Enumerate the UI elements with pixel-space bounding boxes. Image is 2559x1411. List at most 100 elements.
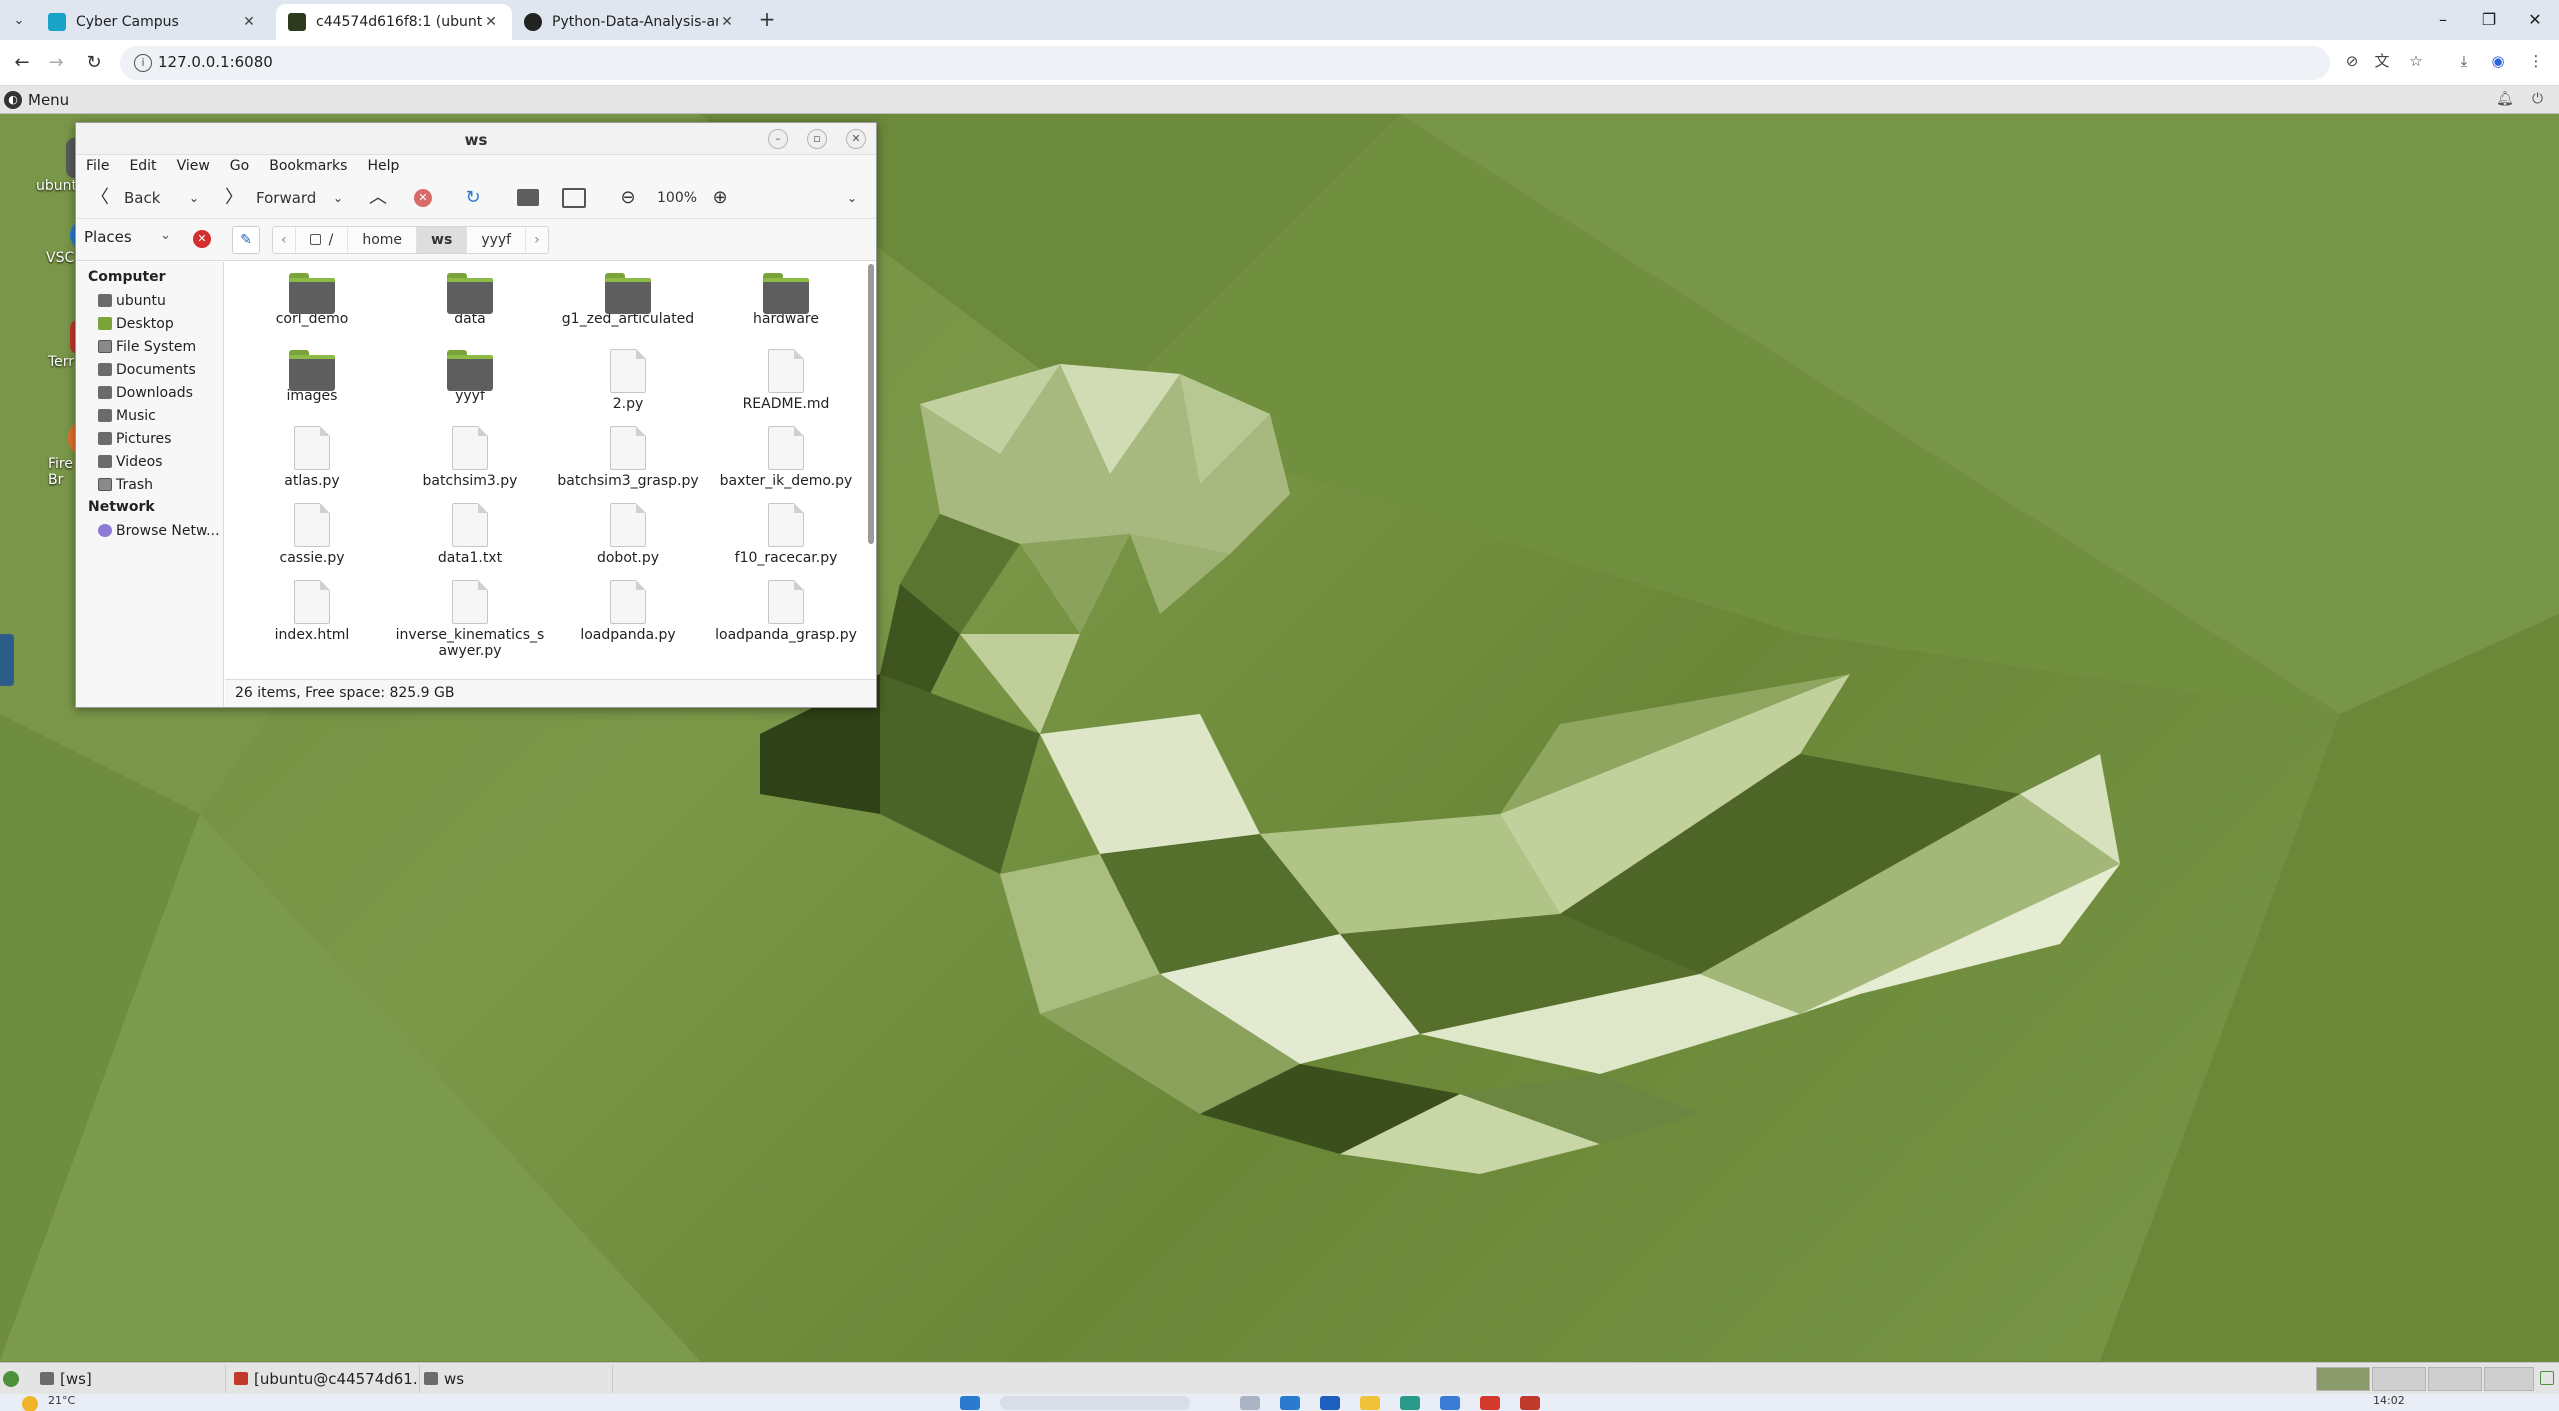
stop-icon[interactable]: ✕ bbox=[414, 189, 432, 207]
folder-item[interactable]: hardware bbox=[707, 272, 865, 349]
breadcrumb-root[interactable]: / bbox=[296, 227, 349, 253]
minimize-icon[interactable]: – bbox=[768, 129, 788, 149]
sidebar-item-desktop[interactable]: Desktop bbox=[76, 312, 223, 335]
panel-window-terminal[interactable]: [ubuntu@c44574d61... bbox=[230, 1365, 420, 1393]
browser-tab-github[interactable]: Python-Data-Analysis-and-In ✕ bbox=[512, 4, 748, 40]
back-chevron-icon[interactable]: 〈 bbox=[88, 186, 112, 210]
minimize-window-icon[interactable]: – bbox=[2420, 6, 2466, 34]
reload-icon[interactable]: ↻ bbox=[461, 186, 485, 210]
panel-window-ws-bracketed[interactable]: [ws] bbox=[36, 1365, 226, 1393]
back-button[interactable]: Back bbox=[124, 187, 160, 209]
menu-bookmarks[interactable]: Bookmarks bbox=[269, 155, 347, 177]
workspace-3[interactable] bbox=[2428, 1367, 2482, 1391]
camera-blocked-icon[interactable]: ⊘ bbox=[2340, 49, 2364, 73]
file-item[interactable]: loadpanda.py bbox=[549, 580, 707, 657]
window-titlebar[interactable]: ws – ▫ ✕ bbox=[76, 123, 876, 155]
back-arrow-icon[interactable]: ← bbox=[8, 49, 36, 77]
forward-history-chevron-down-icon[interactable]: ⌄ bbox=[326, 186, 350, 210]
address-bar[interactable]: i 127.0.0.1:6080 bbox=[120, 46, 2330, 80]
menu-start-icon[interactable] bbox=[3, 1371, 19, 1387]
file-item[interactable]: 2.py bbox=[549, 349, 707, 426]
new-tab-button[interactable]: + bbox=[755, 8, 779, 32]
restore-window-icon[interactable]: ❐ bbox=[2466, 6, 2512, 34]
taskbar-app-icon[interactable] bbox=[1400, 1396, 1420, 1410]
sidebar-item-file-system[interactable]: File System bbox=[76, 335, 223, 358]
forward-button[interactable]: Forward bbox=[256, 187, 316, 209]
toolbar-overflow-chevron-icon[interactable]: ⌄ bbox=[840, 186, 864, 210]
workspace-2[interactable] bbox=[2372, 1367, 2426, 1391]
menu-logo-icon[interactable]: ◐ bbox=[4, 91, 22, 109]
file-item[interactable]: f10_racecar.py bbox=[707, 503, 865, 580]
file-item[interactable]: README.md bbox=[707, 349, 865, 426]
file-item[interactable]: batchsim3.py bbox=[391, 426, 549, 503]
file-item[interactable]: cassie.py bbox=[233, 503, 391, 580]
workspace-1[interactable] bbox=[2316, 1367, 2370, 1391]
power-icon[interactable]: ⏻ bbox=[2532, 91, 2543, 107]
file-item[interactable]: loadpanda_grasp.py bbox=[707, 580, 865, 657]
notification-bell-icon[interactable]: 🔔︎ bbox=[2496, 91, 2514, 107]
breadcrumb-ws[interactable]: ws bbox=[417, 227, 468, 253]
profile-icon[interactable]: ◉ bbox=[2486, 49, 2510, 73]
forward-arrow-icon[interactable]: → bbox=[42, 49, 70, 77]
up-parent-icon[interactable]: ︿ bbox=[366, 186, 390, 210]
breadcrumb-home[interactable]: home bbox=[348, 227, 418, 253]
menu-button[interactable]: Menu bbox=[28, 91, 69, 109]
taskbar-app-icon[interactable] bbox=[1480, 1396, 1500, 1410]
folder-item[interactable]: corl_demo bbox=[233, 272, 391, 349]
menu-edit[interactable]: Edit bbox=[129, 155, 156, 177]
taskbar-app-icon[interactable] bbox=[1520, 1396, 1540, 1410]
translate-icon[interactable]: 文 bbox=[2370, 49, 2394, 73]
workspace-4[interactable] bbox=[2484, 1367, 2534, 1391]
sidebar-item-music[interactable]: Music bbox=[76, 404, 223, 427]
file-item[interactable]: data1.txt bbox=[391, 503, 549, 580]
sidebar-item-downloads[interactable]: Downloads bbox=[76, 381, 223, 404]
zoom-in-icon[interactable]: ⊕ bbox=[708, 186, 732, 210]
reload-icon[interactable]: ↻ bbox=[80, 49, 108, 77]
download-icon[interactable]: ⤓ bbox=[2452, 49, 2476, 73]
file-item[interactable]: baxter_ik_demo.py bbox=[707, 426, 865, 503]
breadcrumb-left-arrow-icon[interactable]: ‹ bbox=[273, 227, 296, 253]
close-side-pane-icon[interactable]: ✕ bbox=[193, 230, 211, 248]
file-item[interactable]: index.html bbox=[233, 580, 391, 657]
sidebar-item-ubuntu[interactable]: ubuntu bbox=[76, 289, 223, 312]
folder-item[interactable]: yyyf bbox=[391, 349, 549, 426]
taskbar-app-icon[interactable] bbox=[1280, 1396, 1300, 1410]
home-folder-icon[interactable] bbox=[517, 189, 539, 206]
folder-item[interactable]: g1_zed_articulated bbox=[549, 272, 707, 349]
close-tab-icon[interactable]: ✕ bbox=[718, 14, 736, 30]
folder-item[interactable]: data bbox=[391, 272, 549, 349]
browser-menu-icon[interactable]: ⋮ bbox=[2524, 49, 2548, 73]
back-history-chevron-down-icon[interactable]: ⌄ bbox=[182, 186, 206, 210]
computer-icon[interactable] bbox=[562, 188, 586, 208]
menu-file[interactable]: File bbox=[86, 155, 109, 177]
menu-go[interactable]: Go bbox=[230, 155, 249, 177]
file-item[interactable]: atlas.py bbox=[233, 426, 391, 503]
show-desktop-icon[interactable] bbox=[2540, 1371, 2554, 1385]
file-item[interactable]: dobot.py bbox=[549, 503, 707, 580]
sidebar-item-trash[interactable]: Trash bbox=[76, 473, 223, 496]
menu-view[interactable]: View bbox=[177, 155, 210, 177]
url-text[interactable]: 127.0.0.1:6080 bbox=[158, 53, 273, 71]
side-pane-selector[interactable]: Places bbox=[84, 228, 132, 246]
forward-chevron-icon[interactable]: 〉 bbox=[222, 186, 246, 210]
close-window-icon[interactable]: ✕ bbox=[2512, 6, 2558, 34]
file-item[interactable]: batchsim3_grasp.py bbox=[549, 426, 707, 503]
browser-tab-cyber-campus[interactable]: Cyber Campus ✕ bbox=[36, 4, 270, 40]
folder-item[interactable]: images bbox=[233, 349, 391, 426]
novnc-control-handle[interactable] bbox=[0, 634, 14, 686]
menu-help[interactable]: Help bbox=[367, 155, 399, 177]
file-item[interactable]: inverse_kinematics_sawyer.py bbox=[391, 580, 549, 659]
taskbar-app-icon[interactable] bbox=[1440, 1396, 1460, 1410]
weather-icon[interactable] bbox=[22, 1396, 38, 1411]
file-icon-view[interactable]: corl_demo data g1_zed_articulated hardware i… bbox=[225, 262, 876, 679]
sidebar-item-videos[interactable]: Videos bbox=[76, 450, 223, 473]
taskbar-search-box[interactable] bbox=[1000, 1396, 1190, 1410]
maximize-icon[interactable]: ▫ bbox=[807, 129, 827, 149]
close-tab-icon[interactable]: ✕ bbox=[482, 14, 500, 30]
close-icon[interactable]: ✕ bbox=[846, 129, 866, 149]
close-tab-icon[interactable]: ✕ bbox=[240, 14, 258, 30]
windows-start-icon[interactable] bbox=[960, 1396, 980, 1410]
vertical-scrollbar[interactable] bbox=[868, 264, 874, 544]
bookmark-star-icon[interactable]: ☆ bbox=[2404, 49, 2428, 73]
breadcrumb-yyyf[interactable]: yyyf bbox=[467, 227, 527, 253]
